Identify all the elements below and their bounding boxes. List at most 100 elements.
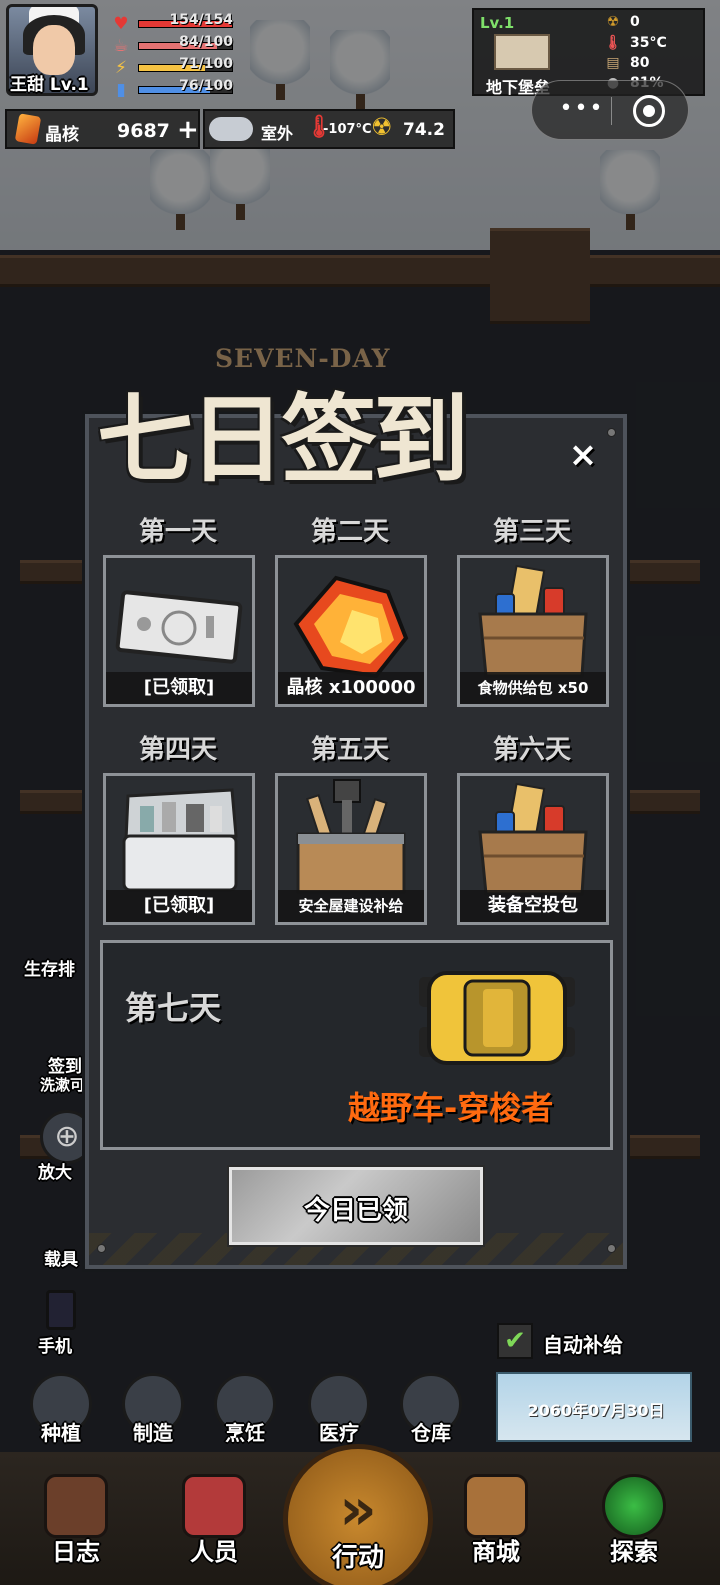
crystal-counter: 晶核 9687 + (5, 109, 200, 149)
rivet (607, 1244, 616, 1253)
bunker-icon (494, 34, 550, 70)
category-medical-button[interactable]: 医疗 (302, 1373, 376, 1447)
day-7-reward-card[interactable]: 第七天 越野车-穿梭者 (100, 940, 613, 1150)
water-icon: ▮ (116, 80, 126, 100)
capsule-divider (611, 97, 612, 125)
medical-kit-icon (122, 788, 238, 892)
offroad-vehicle-icon (419, 971, 575, 1065)
shelter-temperature: 35°C (630, 35, 667, 51)
face (33, 25, 75, 75)
outdoor-temperature: -107°C (323, 122, 372, 137)
category-label: 种植 (41, 1421, 81, 1445)
book-icon (44, 1474, 108, 1538)
checkbox-icon[interactable]: ✔ (497, 1323, 533, 1359)
day-2-reward-card[interactable]: 晶核 x100000 (275, 555, 427, 707)
nav-staff-label: 人员 (190, 1538, 238, 1566)
rivet (607, 428, 616, 437)
day-6-reward-name: 装备空投包 (460, 890, 606, 922)
rivet (97, 1244, 106, 1253)
auto-supply-toggle[interactable]: ✔ 自动补给 (497, 1323, 697, 1363)
nav-action-button[interactable]: » 行动 (283, 1444, 433, 1585)
nav-log-label: 日志 (52, 1538, 100, 1566)
nav-explore-label: 探索 (610, 1538, 658, 1566)
day-7-reward-name: 越野车-穿梭者 (348, 1089, 554, 1127)
thermometer-icon: 🌡 (604, 35, 622, 51)
add-crystal-button[interactable]: + (177, 115, 199, 145)
day-5-reward-name: 安全屋建设补给 (278, 890, 424, 922)
radiation-icon: ☢ (371, 113, 393, 141)
claimed-today-button[interactable]: 今日已领 (229, 1167, 483, 1245)
stat-value: 84/100 (179, 34, 233, 50)
category-cooking-button[interactable]: 烹饪 (208, 1373, 282, 1447)
category-label: 医疗 (319, 1421, 359, 1445)
stat-row: ♥ 154/154 (110, 12, 235, 34)
nav-shop[interactable]: 商城 (448, 1460, 544, 1580)
day-1-reward-card[interactable]: [已领取] (103, 555, 255, 707)
nav-staff[interactable]: 人员 (166, 1460, 262, 1580)
player-name: 王甜 Lv.1 (10, 75, 89, 95)
stomach-icon: ☕ (113, 36, 129, 56)
claim-button-label: 今日已领 (303, 1196, 408, 1226)
day-1-label: 第一天 (138, 517, 217, 547)
day-5-label: 第五天 (310, 735, 389, 765)
day-7-label: 第七天 (125, 989, 222, 1027)
stat-row: ▮ 76/100 (110, 78, 235, 100)
shelter-materials: 80 (630, 55, 650, 71)
nav-log[interactable]: 日志 (28, 1460, 124, 1580)
radiation-icon: ☢ (606, 14, 620, 30)
crystal-label: 晶核 (45, 125, 79, 145)
category-crafting-button[interactable]: 制造 (116, 1373, 190, 1447)
heart-icon: ♥ (113, 14, 129, 34)
phone-icon (46, 1290, 76, 1330)
zoom-label: 放大 (38, 1163, 72, 1183)
crystal-icon (14, 113, 42, 145)
category-label: 烹饪 (225, 1421, 265, 1445)
stat-value: 154/154 (169, 12, 233, 28)
close-miniprogram-button[interactable] (633, 95, 665, 127)
miniprogram-capsule: ••• (531, 80, 689, 140)
basket-icon (464, 1474, 528, 1538)
stat-value: 71/100 (179, 56, 233, 72)
planks-icon: ▤ (606, 55, 620, 71)
day-6-reward-card[interactable]: 装备空投包 (457, 773, 609, 925)
shelter-level: Lv.1 (480, 14, 515, 32)
banknote-icon (115, 590, 243, 664)
energy-icon: ⚡ (115, 58, 127, 78)
day-3-reward-card[interactable]: 食物供给包 x50 (457, 555, 609, 707)
category-storage-button[interactable]: 仓库 (394, 1373, 468, 1447)
nav-action-label: 行动 (331, 1543, 384, 1573)
weather-label: 室外 (261, 124, 294, 143)
day-1-reward-name: [已领取] (106, 672, 252, 704)
category-label: 仓库 (411, 1421, 451, 1445)
day-2-label: 第二天 (310, 517, 389, 547)
survival-ranking-button[interactable]: 生存排 (24, 955, 75, 980)
day-4-label: 第四天 (138, 735, 217, 765)
stat-row: ⚡ 71/100 (110, 56, 235, 78)
phone-button[interactable]: 手机 (38, 1332, 72, 1357)
game-date-panel: 2060年07月30日 (496, 1372, 692, 1442)
day-3-reward-name: 食物供给包 x50 (460, 672, 606, 704)
auto-supply-label: 自动补给 (543, 1333, 623, 1357)
vehicle-button[interactable]: 载具 (44, 1245, 78, 1270)
stat-row: ☕ 84/100 (110, 34, 235, 56)
day-2-reward-name: 晶核 x100000 (278, 672, 424, 704)
airdrop-crate-icon (478, 782, 588, 896)
food-crate-icon (478, 564, 588, 678)
crystal-core-icon (293, 575, 409, 679)
shelter-radiation: 0 (630, 14, 640, 30)
radar-icon (602, 1474, 666, 1538)
day-5-reward-card[interactable]: 安全屋建设补给 (275, 773, 427, 925)
day-4-reward-card[interactable]: [已领取] (103, 773, 255, 925)
category-planting-button[interactable]: 种植 (24, 1373, 98, 1447)
category-label: 制造 (133, 1421, 173, 1445)
close-dialog-button[interactable]: × (565, 437, 601, 473)
nav-shop-label: 商城 (472, 1538, 520, 1566)
fast-forward-icon: » (339, 1475, 377, 1543)
cloud-icon (209, 117, 253, 141)
dialog-title: 七日签到 (97, 383, 469, 496)
environment-panel: 室外 🌡 -107°C ☢ 74.2 (203, 109, 455, 149)
day-3-label: 第三天 (492, 517, 571, 547)
stat-value: 76/100 (179, 78, 233, 94)
more-options-button[interactable]: ••• (554, 98, 610, 124)
nav-explore[interactable]: 探索 (586, 1460, 682, 1580)
